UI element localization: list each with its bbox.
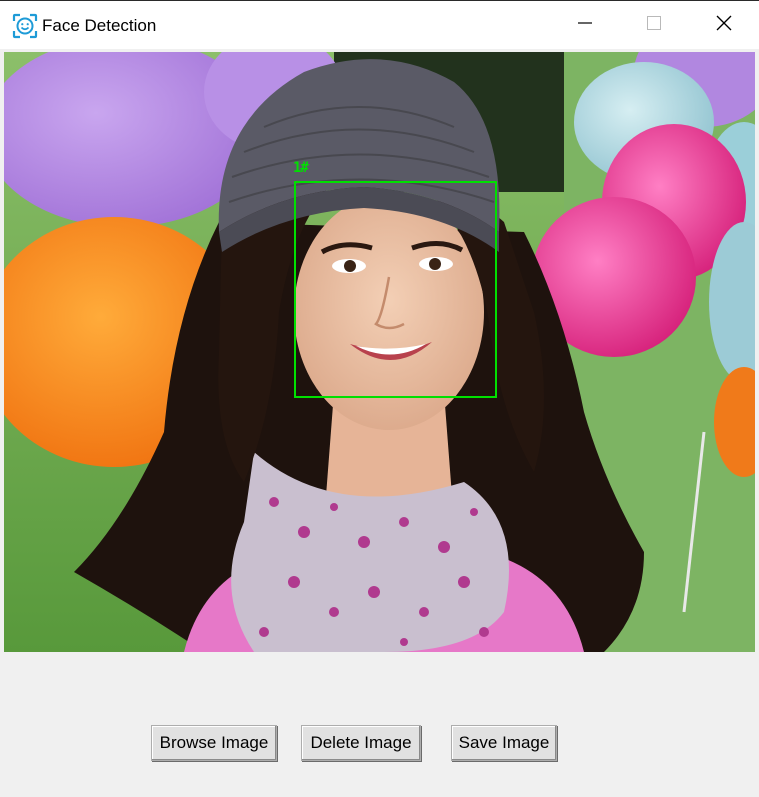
maximize-button[interactable] [631,1,677,49]
close-button[interactable] [701,1,747,49]
face-scan-icon [12,13,38,39]
delete-image-button[interactable]: Delete Image [301,725,421,761]
close-icon [715,14,733,37]
browse-image-button[interactable]: Browse Image [151,725,277,761]
minimize-icon [577,15,593,36]
save-image-button[interactable]: Save Image [451,725,557,761]
app-window: Face Detection 1# Browse Image Delete Im… [0,0,759,797]
image-canvas: 1# [4,52,755,652]
window-title: Face Detection [42,16,157,35]
face-detection-label: 1# [293,160,309,176]
title-bar[interactable]: Face Detection [0,1,759,49]
minimize-button[interactable] [562,1,608,49]
maximize-icon [646,15,662,36]
photo [4,52,755,652]
